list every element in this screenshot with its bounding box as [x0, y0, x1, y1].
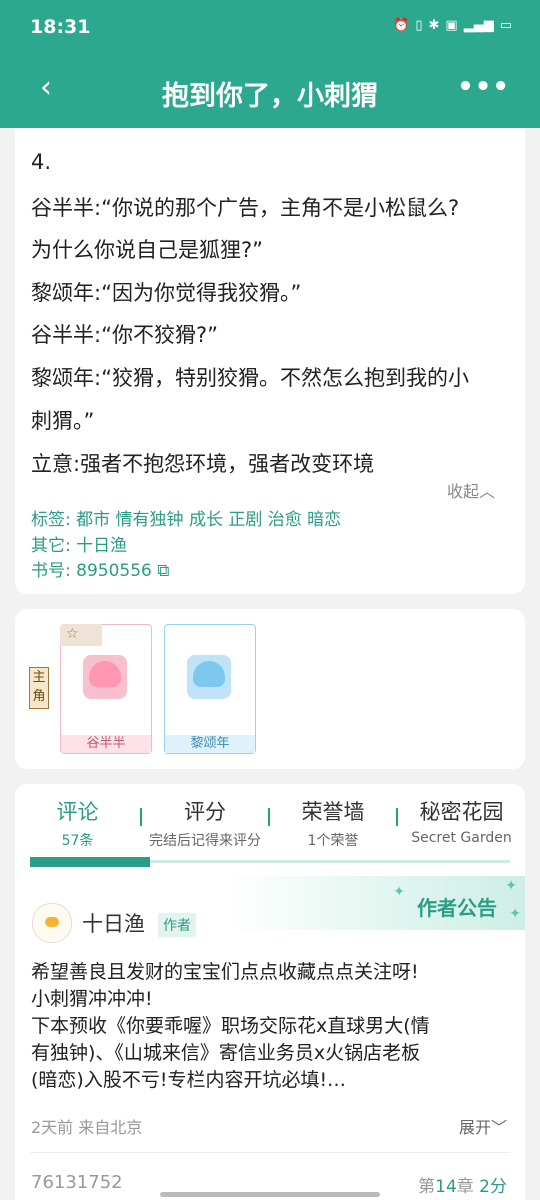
divider	[30, 1152, 510, 1153]
tag-item[interactable]: 都市	[76, 510, 110, 530]
tab-title: 秘密花园	[419, 800, 504, 824]
tag-item[interactable]: 成长	[189, 510, 223, 530]
chevron-up-icon: ︿	[478, 482, 495, 501]
tab-honor-wall[interactable]: 荣誉墙 1个荣誉	[283, 796, 383, 850]
expand-button[interactable]: 展开﹀	[459, 1114, 507, 1138]
book-id-label: 书号:	[31, 561, 71, 581]
tab-subtitle: 完结后记得来评分	[149, 833, 261, 849]
tab-title: 评分	[184, 800, 226, 824]
title-bar: ‹ 抱到你了，小刺猬 •••	[0, 56, 540, 128]
description-line: 立意:强者不抱怨环境，强者改变环境	[31, 452, 375, 476]
home-indicator[interactable]	[160, 1192, 380, 1197]
comment-score: 2分	[479, 1177, 507, 1197]
hd-icon: ▣	[445, 18, 458, 33]
star-icon: ☆	[60, 624, 102, 646]
other-label: 其它:	[31, 536, 71, 556]
tab-indicator	[30, 857, 150, 867]
description-line: 4.	[31, 150, 52, 174]
tag-item[interactable]: 治愈	[268, 510, 302, 530]
collapse-label: 收起	[446, 482, 479, 501]
author-avatar[interactable]	[32, 903, 72, 943]
sparkle-icon: ✦	[509, 906, 521, 922]
comments-card: 评论 57条 评分 完结后记得来评分 荣誉墙 1个荣誉 秘密花园 Secret …	[15, 784, 525, 1200]
tab-comments[interactable]: 评论 57条	[35, 796, 120, 850]
notice-line: 小刺猬冲冲冲!	[31, 988, 153, 1010]
more-options-icon[interactable]: •••	[457, 72, 510, 102]
tab-subtitle: Secret Garden	[411, 830, 512, 846]
character-card[interactable]: 黎颂年	[164, 624, 256, 754]
tab-subtitle: 1个荣誉	[307, 833, 359, 849]
tab-title: 评论	[56, 800, 99, 824]
sparkle-icon: ✦	[505, 878, 517, 894]
notice-line: 有独钟)、《山城来信》寄信业务员x火锅店老板	[31, 1042, 421, 1064]
signal-5g-icon: ▂▄▆	[463, 18, 494, 33]
vibrate-icon: ▯	[415, 18, 423, 33]
character-avatar-hair	[89, 661, 121, 687]
chapter-suffix: 章	[456, 1177, 474, 1197]
tab-separator	[268, 808, 270, 826]
tab-secret-garden[interactable]: 秘密花园 Secret Garden	[404, 796, 519, 846]
tab-title: 荣誉墙	[301, 800, 365, 824]
tab-separator	[396, 808, 398, 826]
collapse-button[interactable]: 收起︿	[447, 478, 495, 502]
chapter-number: 14	[435, 1177, 457, 1197]
book-id-value: 8950556	[76, 561, 152, 581]
tag-item[interactable]: 情有独钟	[116, 510, 184, 530]
comment-user-id[interactable]: 76131752	[31, 1172, 123, 1193]
tab-subtitle: 57条	[61, 833, 94, 849]
chapter-prefix: 第	[418, 1177, 436, 1197]
notice-line: 下本预收《你要乖喔》职场交际花x直球男大(情	[31, 1015, 430, 1037]
alarm-icon: ⏰	[393, 18, 410, 33]
author-notice-banner: ✦ ✦ ✦ 作者公告	[225, 876, 525, 930]
tags-label: 标签:	[31, 510, 71, 530]
description-line: 刺猬。”	[31, 409, 95, 433]
battery-icon: ▭	[499, 18, 512, 33]
description-line: 为什么你说自己是狐狸?”	[31, 238, 264, 262]
characters-card: 主角 ☆ 谷半半 黎颂年	[15, 609, 525, 769]
bluetooth-icon: ✱	[428, 18, 440, 33]
protagonist-tag: 主角	[29, 667, 49, 709]
notice-timestamp: 2天前 来自北京	[31, 1118, 143, 1137]
other-row: 其它: 十日渔	[31, 531, 127, 556]
notice-line: (暗恋)入股不亏!专栏内容开坑必填!…	[31, 1069, 347, 1091]
expand-label: 展开	[458, 1118, 491, 1137]
tags-row: 标签: 都市 情有独钟 成长 正剧 治愈 暗恋	[31, 505, 341, 530]
description-line: 黎颂年:“因为你觉得我狡猾。”	[31, 281, 302, 305]
tab-indicator-track	[30, 857, 510, 867]
description-line: 黎颂年:“狡猾，特别狡猾。不然怎么抱到我的小	[31, 366, 469, 390]
character-name: 谷半半	[61, 735, 151, 753]
clock: 18:31	[30, 16, 91, 38]
other-value[interactable]: 十日渔	[76, 536, 127, 556]
character-card[interactable]: ☆ 谷半半	[60, 624, 152, 754]
comment-chapter-score: 第14章 2分	[418, 1172, 507, 1197]
tag-item[interactable]: 暗恋	[307, 510, 341, 530]
author-notice-title: 作者公告	[417, 896, 497, 920]
sparkle-icon: ✦	[393, 884, 405, 900]
author-notice-text[interactable]: 希望善良且发财的宝宝们点点收藏点点关注呀! 小刺猬冲冲冲! 下本预收《你要乖喔》…	[31, 959, 511, 1094]
character-avatar-hair	[193, 661, 225, 687]
tag-item[interactable]: 正剧	[228, 510, 262, 530]
description-line: 谷半半:“你不狡猾?”	[31, 323, 218, 347]
avatar-image	[45, 917, 59, 927]
book-id-row: 书号: 8950556 ⧉	[31, 556, 169, 581]
author-name[interactable]: 十日渔	[82, 908, 145, 938]
description-line: 谷半半:“你说的那个广告，主角不是小松鼠么?	[31, 196, 460, 220]
author-badge: 作者	[158, 913, 196, 937]
character-name: 黎颂年	[165, 735, 255, 753]
notice-line: 希望善良且发财的宝宝们点点收藏点点关注呀!	[31, 961, 419, 983]
tab-rating[interactable]: 评分 完结后记得来评分	[143, 796, 267, 850]
copy-icon[interactable]: ⧉	[157, 561, 169, 581]
status-icons: ⏰ ▯ ✱ ▣ ▂▄▆ ▭	[393, 18, 512, 33]
chevron-down-icon: ﹀	[490, 1118, 507, 1137]
status-bar: 18:31 ⏰ ▯ ✱ ▣ ▂▄▆ ▭	[0, 0, 540, 56]
tab-separator	[140, 808, 142, 826]
novel-description-card: 4. 谷半半:“你说的那个广告，主角不是小松鼠么? 为什么你说自己是狐狸?” 黎…	[15, 128, 525, 594]
